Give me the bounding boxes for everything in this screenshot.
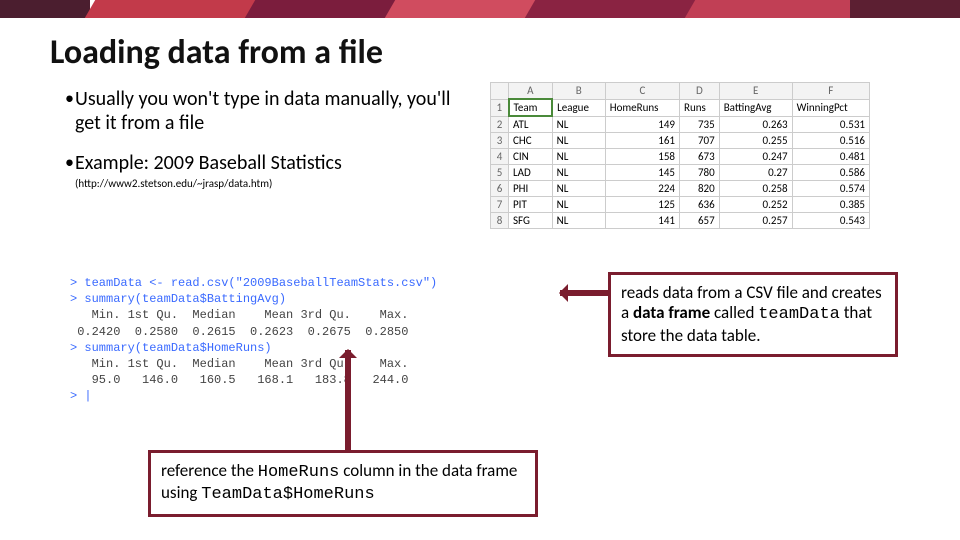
arrow-to-readcsv [560,290,608,296]
bullet-2-note: (http://www2.stetson.edu/~jrasp/data.htm… [75,177,342,190]
data-row: 3CHCNL1617070.2550.516 [491,133,870,149]
col-letters-row: AB CD EF [491,83,870,100]
callout-dataframe: reads data from a CSV file and creates a… [608,272,898,357]
header-row: 1 Team League HomeRuns Runs BattingAvg W… [491,99,870,116]
r-console-output: > teamData <- read.csv("2009BaseballTeam… [70,275,575,405]
arrow-to-homeruns [345,350,351,450]
decorative-banner [0,0,960,18]
bullet-1-text: Usually you won't type in data manually,… [75,87,475,135]
data-row: 5LADNL1457800.270.586 [491,165,870,181]
callout-column-ref: reference the HomeRuns column in the dat… [148,450,538,517]
spreadsheet-preview: AB CD EF 1 Team League HomeRuns Runs Bat… [490,82,870,229]
data-row: 4CINNL1586730.2470.481 [491,149,870,165]
data-row: 8SFGNL1416570.2570.543 [491,213,870,229]
data-row: 6PHINL2248200.2580.574 [491,181,870,197]
data-row: 2ATLNL1497350.2630.531 [491,116,870,133]
bullet-2-text: Example: 2009 Baseball Statistics [75,151,342,175]
slide-title: Loading data from a file [50,32,960,73]
data-row: 7PITNL1256360.2520.385 [491,197,870,213]
